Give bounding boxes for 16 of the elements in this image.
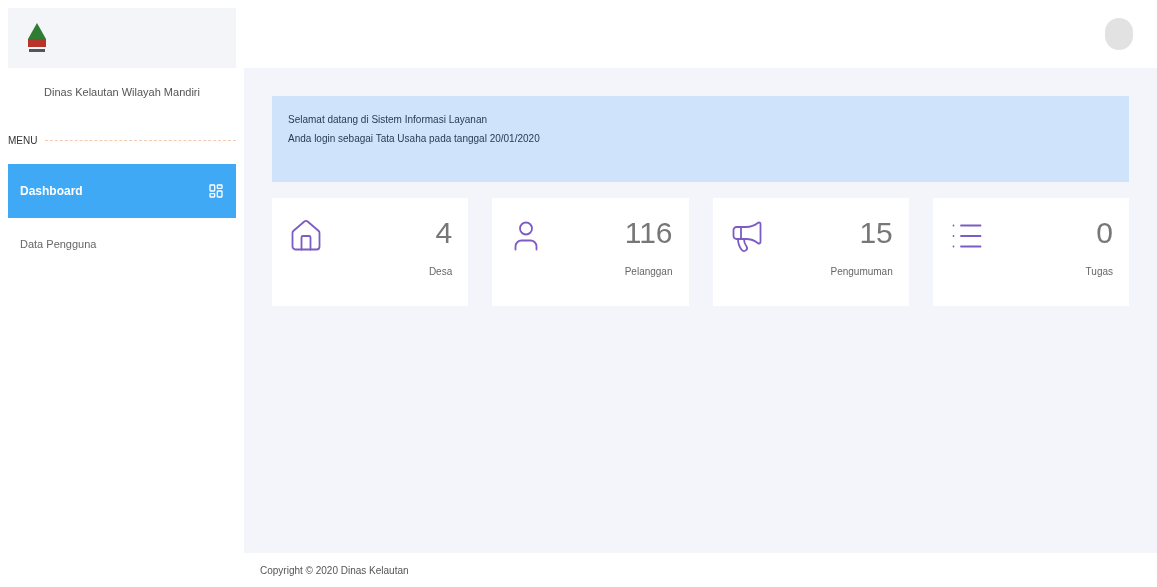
sidebar-item[interactable]: Data Pengguna (8, 217, 236, 272)
avatar-icon (1105, 18, 1133, 50)
footer-text: Copyright © 2020 Dinas Kelautan (260, 563, 409, 578)
stat-value: 116 (624, 218, 673, 248)
stat-value: 15 (859, 218, 893, 248)
stat-label: Tugas (1085, 265, 1113, 279)
stat-label: Desa (428, 265, 453, 279)
sidebar-subtitle: Dinas Kelautan Wilayah Mandiri (43, 85, 201, 100)
stat-value: 0 (1096, 218, 1113, 248)
banner-text: Anda login sebagai Tata Usaha pada tanggal 20/01/2020 (288, 132, 541, 146)
menu-heading: MENU (8, 133, 38, 148)
stat-value: 4 (435, 218, 453, 248)
stat-label: Pengumuman (830, 265, 893, 279)
stat-label: Pelanggan (624, 265, 673, 279)
banner-text: Selamat datang di Sistem Informasi Layanan (288, 113, 488, 127)
dashboard-icon (208, 182, 224, 199)
